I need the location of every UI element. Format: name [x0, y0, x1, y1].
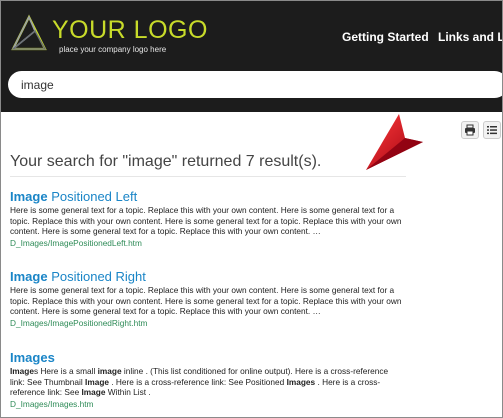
print-icon — [465, 124, 475, 136]
nav-getting-started[interactable]: Getting Started — [342, 30, 429, 44]
logo-tagline: place your company logo here — [59, 45, 167, 54]
search-input-value: image — [21, 78, 54, 92]
result-snippet: Here is some general text for a topic. R… — [10, 205, 402, 237]
toc-list-button[interactable] — [483, 121, 501, 139]
logo-icon[interactable] — [9, 13, 49, 57]
search-result: Images Images Here is a small image inli… — [10, 350, 402, 410]
print-button[interactable] — [461, 121, 479, 139]
nav-links-and-lists[interactable]: Links and Lis — [438, 30, 502, 44]
divider — [10, 176, 406, 177]
result-title-link[interactable]: Images — [10, 350, 402, 365]
help-window: YOUR LOGO place your company logo here G… — [0, 0, 503, 418]
search-result: Image Positioned Right Here is some gene… — [10, 269, 402, 329]
search-result: Image Positioned Left Here is some gener… — [10, 189, 402, 249]
result-path: D_Images/ImagePositionedRight.htm — [10, 318, 148, 329]
list-icon — [487, 126, 497, 135]
search-input[interactable]: image — [8, 71, 502, 98]
result-snippet: Here is some general text for a topic. R… — [10, 285, 402, 317]
search-summary: Your search for "image" returned 7 resul… — [10, 153, 322, 170]
header-bar: YOUR LOGO place your company logo here G… — [1, 1, 502, 112]
result-path: D_Images/Images.htm — [10, 399, 94, 410]
result-title-link[interactable]: Image Positioned Left — [10, 189, 402, 204]
logo-text[interactable]: YOUR LOGO — [52, 18, 208, 43]
result-title-link[interactable]: Image Positioned Right — [10, 269, 402, 284]
result-path: D_Images/ImagePositionedLeft.htm — [10, 238, 142, 249]
result-snippet: Images Here is a small image inline . (T… — [10, 366, 389, 398]
red-arrow-pointer-icon — [366, 114, 423, 170]
